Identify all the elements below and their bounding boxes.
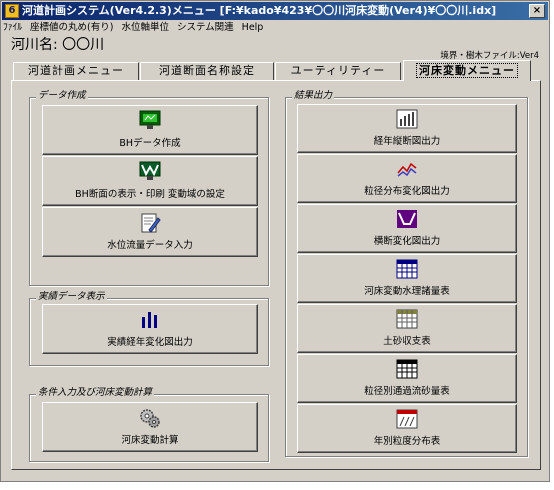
document-pencil-icon <box>139 212 161 238</box>
tab-label: 河道計画メニュー <box>28 64 124 77</box>
sediment-balance-button[interactable]: 土砂収支表 <box>297 304 517 353</box>
grain-sediment-flux-button[interactable]: 粒径別通過流砂量表 <box>297 354 517 403</box>
actual-yearly-change-button[interactable]: 実績経年変化図出力 <box>42 304 258 354</box>
tab-label: 河床変動メニュー <box>416 63 518 78</box>
app-icon: 6 <box>5 4 19 18</box>
close-button[interactable]: × <box>529 4 545 18</box>
group-title: 条件入力及び河床変動計算 <box>36 387 155 399</box>
gears-icon <box>139 407 161 433</box>
group-title: 結果出力 <box>292 90 335 102</box>
cross-section-icon <box>396 209 418 233</box>
app-window: 6 河道計画システム(Ver4.2.3)メニュー [F:¥kado¥423¥〇〇… <box>0 0 550 482</box>
tab-utility[interactable]: ユーティリティー <box>275 62 401 80</box>
tab-label: ユーティリティー <box>290 64 386 77</box>
button-label: 横断変化図出力 <box>373 236 441 247</box>
table-icon <box>396 359 418 383</box>
tab-panel: データ作成 BHデータ作成 BH断面の表示・印刷 変動域の設定 水位流量データ入… <box>11 80 541 470</box>
menu-help[interactable]: Help <box>242 22 264 33</box>
menu-coord-rounding[interactable]: 座標値の丸め(有り) <box>30 22 113 33</box>
window-title: 河道計画システム(Ver4.2.3)メニュー [F:¥kado¥423¥〇〇川河… <box>22 4 497 17</box>
water-level-input-button[interactable]: 水位流量データ入力 <box>42 207 258 257</box>
tab-label: 河道断面名称設定 <box>159 64 255 77</box>
button-label: 実績経年変化図出力 <box>107 337 193 348</box>
menu-system[interactable]: システム関連 <box>177 22 234 33</box>
monitor-icon <box>139 161 161 185</box>
button-label: 年別粒度分布表 <box>373 436 441 447</box>
button-label: 土砂収支表 <box>383 336 431 347</box>
hydraulic-table-button[interactable]: 河床変動水理諸量表 <box>297 254 517 303</box>
button-label: 経年縦断図出力 <box>373 136 441 147</box>
riverbed-calc-button[interactable]: 河床変動計算 <box>42 402 258 452</box>
calendar-table-icon <box>396 409 418 433</box>
button-label: 粒径別通過流砂量表 <box>364 386 450 397</box>
yearly-grain-distribution-button[interactable]: 年別粒度分布表 <box>297 404 517 453</box>
bh-data-create-button[interactable]: BHデータ作成 <box>42 105 258 155</box>
button-label: 河床変動計算 <box>121 435 179 446</box>
button-label: 河床変動水理諸量表 <box>364 286 450 297</box>
title-bar[interactable]: 6 河道計画システム(Ver4.2.3)メニュー [F:¥kado¥423¥〇〇… <box>2 2 548 20</box>
monitor-icon <box>139 110 161 134</box>
cross-section-change-button[interactable]: 横断変化図出力 <box>297 204 517 253</box>
tab-section-names[interactable]: 河道断面名称設定 <box>140 62 274 80</box>
button-label: BH断面の表示・印刷 変動域の設定 <box>75 189 225 200</box>
bar-chart-icon <box>396 109 418 133</box>
menu-bar: ﾌｧｲﾙ 座標値の丸め(有り) 水位軸単位 システム関連 Help <box>3 21 271 35</box>
tab-river-plan[interactable]: 河道計画メニュー <box>13 62 139 80</box>
river-name: 河川名: 〇〇川 <box>11 37 105 53</box>
yearly-longitudinal-button[interactable]: 経年縦断図出力 <box>297 104 517 153</box>
line-chart-icon <box>396 159 418 183</box>
table-icon <box>396 259 418 283</box>
button-label: 粒径分布変化図出力 <box>364 186 450 197</box>
tab-riverbed-change[interactable]: 河床変動メニュー <box>403 60 531 81</box>
group-title: データ作成 <box>36 90 88 102</box>
button-label: 水位流量データ入力 <box>107 240 193 251</box>
bh-section-display-button[interactable]: BH断面の表示・印刷 変動域の設定 <box>42 156 258 206</box>
grain-size-change-button[interactable]: 粒径分布変化図出力 <box>297 154 517 203</box>
table-icon <box>396 309 418 333</box>
bar-chart-icon <box>139 309 161 333</box>
button-label: BHデータ作成 <box>119 138 181 149</box>
menu-file[interactable]: ﾌｧｲﾙ <box>3 22 22 33</box>
menu-water-level-unit[interactable]: 水位軸単位 <box>121 22 169 33</box>
group-title: 実績データ表示 <box>36 291 107 303</box>
